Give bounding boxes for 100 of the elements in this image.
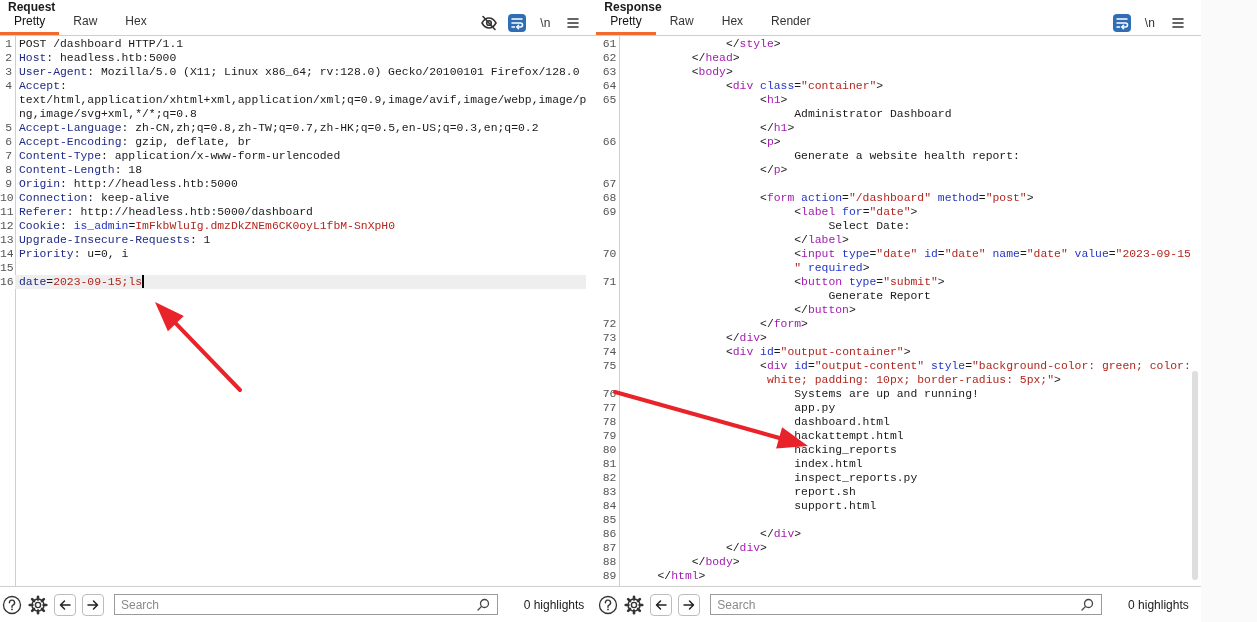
code-line: Referer: http://headless.htb:5000/dashboard: [18, 205, 314, 219]
code-line: <div id="output-container">: [724, 345, 912, 359]
search-icon[interactable]: [1080, 598, 1095, 612]
code-line: <button type="submit">: [793, 275, 946, 289]
search-field[interactable]: Search: [114, 594, 498, 615]
line-number: 74: [601, 345, 618, 359]
code-line: Content-Type: application/x-www-form-urlencoded: [18, 149, 342, 163]
highlights-count: 0 highlights: [1128, 596, 1189, 614]
line-number: 1: [4, 37, 13, 51]
line-number: 13: [0, 233, 15, 247]
code-line: POST /dashboard HTTP/1.1: [18, 37, 185, 51]
code-line: index.html: [793, 457, 864, 471]
code-line: support.html: [793, 499, 878, 513]
code-line: </body>: [690, 555, 741, 569]
view-tab[interactable]: Raw: [655, 12, 708, 35]
line-number: 9: [4, 177, 13, 191]
code-line: </style>: [724, 37, 782, 51]
line-number: 70: [601, 247, 618, 261]
code-line: </button>: [793, 303, 857, 317]
code-line: <p>: [759, 135, 782, 149]
line-number: 15: [0, 261, 15, 275]
line-number: 5: [4, 121, 13, 135]
code-line: <label for="date">: [793, 205, 919, 219]
code-line: dashboard.html: [793, 415, 891, 429]
code-line: Accept-Encoding: gzip, deflate, br: [18, 135, 253, 149]
line-number: 79: [601, 429, 618, 443]
help-icon[interactable]: [2, 594, 22, 615]
code-line: Connection: keep-alive: [18, 191, 171, 205]
code-line: <input type="date" id="date" name="date" value="2023-09-15: [793, 247, 1191, 261]
line-number: 81: [601, 457, 618, 471]
newline-toggle[interactable]: \n: [1140, 14, 1159, 32]
view-tab[interactable]: Raw: [59, 12, 112, 35]
line-number: 6: [4, 135, 13, 149]
code-line: white; padding: 10px; border-radius: 5px;">: [765, 373, 1062, 387]
panel-title: Response: [603, 0, 663, 14]
line-number: 86: [601, 527, 618, 541]
code-line: Systems are up and running!: [793, 387, 980, 401]
scrollbar-thumb[interactable]: [1191, 371, 1198, 580]
code-line: Generate a website health report:: [793, 149, 1021, 163]
code-line: </label>: [793, 233, 850, 247]
code-line: app.py: [793, 401, 837, 415]
view-tab[interactable]: Hex: [111, 12, 161, 35]
code-line: </div>: [759, 527, 803, 541]
line-number: 14: [0, 247, 15, 261]
line-number: 3: [4, 65, 13, 79]
settings-icon[interactable]: [28, 594, 48, 615]
line-number: 67: [601, 177, 618, 191]
line-number: 66: [601, 135, 618, 149]
code-line: </div>: [724, 541, 768, 555]
line-number: 77: [601, 401, 618, 415]
line-number: 73: [601, 331, 618, 345]
help-icon[interactable]: [598, 594, 619, 615]
line-number: 8: [4, 163, 13, 177]
code-line: Accept-Language: zh-CN,zh;q=0.8,zh-TW;q=0.7,zh-HK;q=0.5,en-US;q=0.3,en;q=0.2: [18, 121, 540, 135]
line-number: 78: [601, 415, 618, 429]
code-line: </p>: [759, 163, 789, 177]
line-number: 80: [601, 443, 618, 457]
line-number: 2: [4, 51, 13, 65]
line-number: 88: [601, 555, 618, 569]
line-number: 84: [601, 499, 618, 513]
line-number: 72: [601, 317, 618, 331]
line-number: 82: [601, 471, 618, 485]
code-line: Administrator Dashboard: [793, 107, 953, 121]
line-number: 63: [601, 65, 618, 79]
code-line: ng,image/svg+xml,*/*;q=0.8: [18, 107, 198, 121]
code-line: Cookie: is_admin=ImFkbWluIg.dmzDkZNEm6CK0oyL1fbM-SnXpH0: [18, 219, 396, 233]
panel-title: Request: [7, 0, 57, 14]
code-line: " required>: [793, 261, 871, 275]
settings-icon[interactable]: [624, 594, 645, 615]
code-line: Upgrade-Insecure-Requests: 1: [18, 233, 212, 247]
text-cursor: [142, 275, 145, 288]
line-number: 71: [601, 275, 618, 289]
code-line: Generate Report: [827, 289, 932, 303]
code-line: Select Date:: [827, 219, 912, 233]
code-line: text/html,application/xhtml+xml,application/xml;q=0.9,image/avif,image/webp,image/p: [18, 93, 587, 107]
code-line: <div class="container">: [724, 79, 885, 93]
line-number: 76: [601, 387, 618, 401]
newline-toggle[interactable]: \n: [536, 14, 555, 32]
wrap-lines-toggle[interactable]: [508, 14, 527, 32]
wrap-lines-toggle[interactable]: [1112, 14, 1131, 32]
code-line: report.sh: [793, 485, 857, 499]
view-tab[interactable]: Hex: [707, 12, 758, 35]
code-line: inspect_reports.py: [793, 471, 919, 485]
highlights-count: 0 highlights: [523, 596, 585, 614]
code-line: Accept:: [18, 79, 68, 93]
code-line: </h1>: [759, 121, 796, 135]
code-line: <form action="/dashboard" method="post">: [759, 191, 1035, 205]
search-field[interactable]: Search: [710, 594, 1103, 615]
line-number: 65: [601, 93, 618, 107]
code-line: hacking_reports: [793, 443, 898, 457]
code-line: </div>: [724, 331, 768, 345]
eye-slash-icon[interactable]: [480, 14, 499, 32]
line-number: 4: [4, 79, 13, 93]
line-number: 83: [601, 485, 618, 499]
view-tab[interactable]: Render: [757, 12, 825, 35]
code-line: </html>: [656, 569, 707, 583]
search-icon[interactable]: [475, 598, 490, 612]
line-number: 62: [601, 51, 618, 65]
code-line: Priority: u=0, i: [18, 247, 130, 261]
line-number: 11: [0, 205, 15, 219]
